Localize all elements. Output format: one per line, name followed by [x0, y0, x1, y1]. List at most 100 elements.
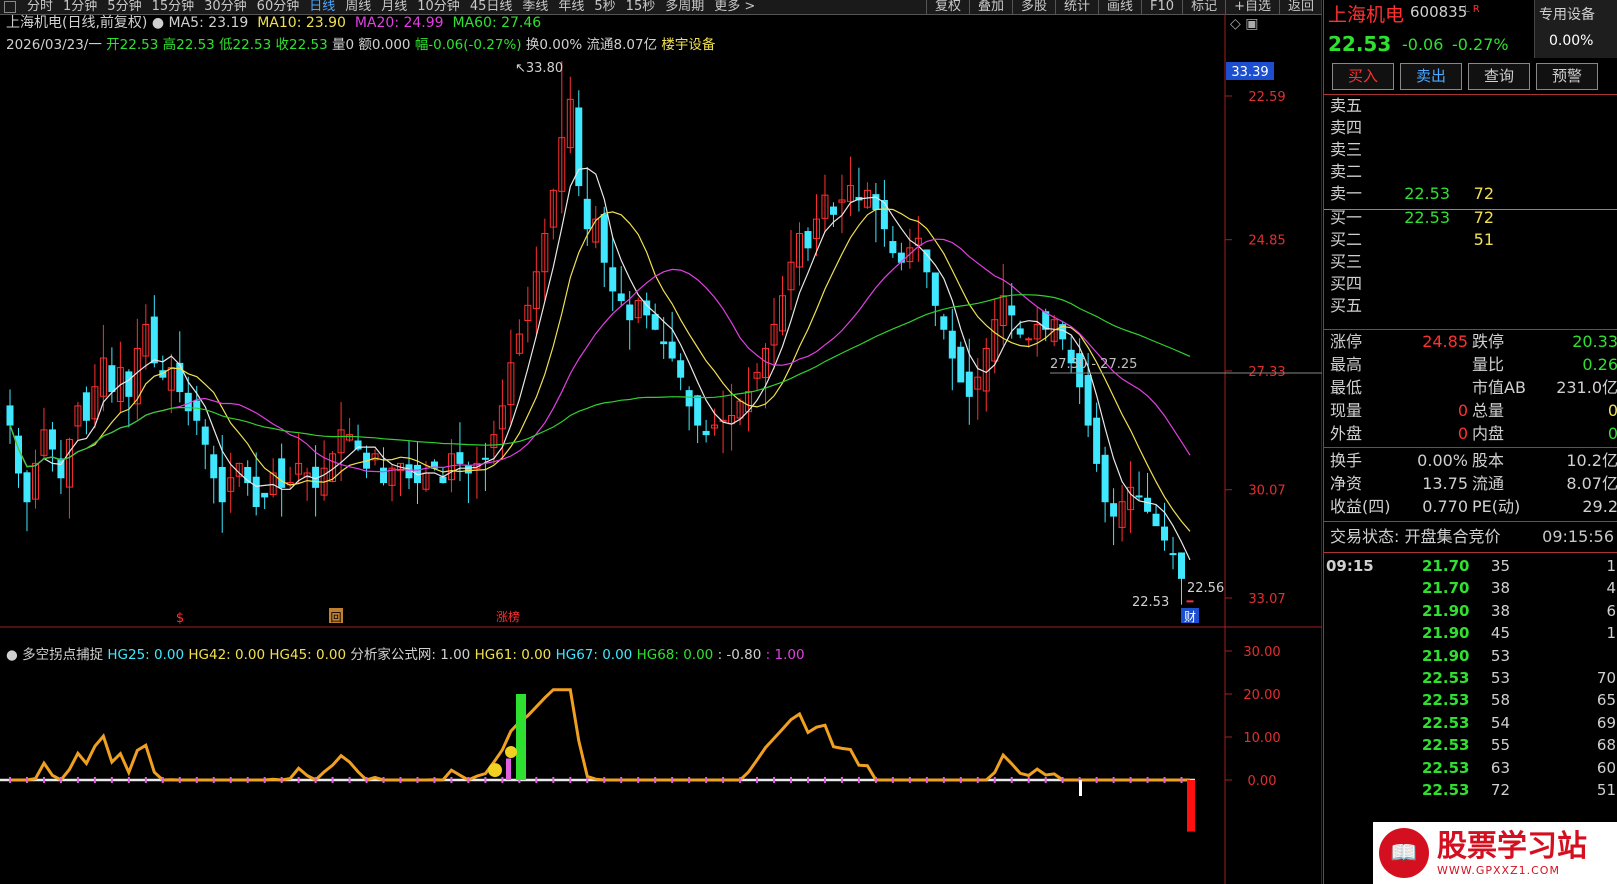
tick-price: 21.90 [1422, 646, 1470, 665]
sell-button[interactable]: 卖出 [1400, 63, 1462, 90]
stat-value: 13.75 [1422, 474, 1468, 493]
book-volume: 72 [1473, 184, 1494, 203]
sub-tick-label: 0.00 [1248, 774, 1277, 789]
candle-body [1084, 375, 1092, 426]
tick-price: 21.70 [1422, 579, 1470, 598]
book-row[interactable]: 卖五 [1324, 95, 1617, 117]
candle-body [685, 390, 693, 407]
bar-change: 幅-0.06(-0.27%) [414, 37, 522, 53]
book-row[interactable]: 买四 [1324, 273, 1617, 295]
stat-label: 跌停 [1472, 332, 1505, 351]
stat-label: 最高 [1330, 355, 1363, 374]
sub-value: : -0.80 [717, 647, 762, 663]
sub-gear-icon[interactable]: ● [6, 647, 18, 663]
tick-price: 22.53 [1422, 669, 1470, 687]
bar-concept[interactable]: 楼宇设备 [661, 37, 715, 53]
candle-body [278, 458, 286, 488]
candle-body [261, 492, 269, 498]
query-button[interactable]: 查询 [1468, 63, 1530, 90]
chart-title: 上海机电(日线,前复权) [6, 15, 148, 31]
marker-hui: 回 [331, 611, 342, 624]
tick-count: 4 [1606, 579, 1616, 598]
candle-body [889, 241, 897, 254]
candle-body [940, 316, 948, 330]
book-row[interactable]: 卖一 22.53 72 [1324, 183, 1617, 205]
stat-label: 内盘 [1472, 424, 1505, 443]
settings-gear-icon[interactable]: ● [152, 15, 164, 31]
tick-row: 22.53 63 60 [1324, 757, 1617, 779]
tick-count: 6 [1606, 601, 1616, 620]
tick-price: 21.90 [1422, 624, 1470, 643]
candle-body [702, 430, 710, 436]
candle-body [829, 206, 837, 215]
candle-body [1178, 552, 1186, 579]
candle-body [464, 465, 472, 474]
window-toggle-icons[interactable]: ◇ ▣ [1230, 16, 1258, 32]
industry-box[interactable]: 专用设备 0.00% [1534, 0, 1617, 58]
pink-bar [506, 758, 511, 780]
stat-value: 0.770 [1422, 497, 1468, 516]
bar-info: 2026/03/23/一 开22.53 高22.53 低22.53 收22.53… [6, 36, 715, 54]
candle-body [600, 214, 608, 263]
stat-value: 29.2 [1582, 497, 1617, 516]
candle-body [150, 316, 158, 364]
stat-row: 最高 量比 0.26 [1324, 354, 1617, 376]
tick-price: 22.53 [1422, 736, 1470, 755]
book-row[interactable]: 买五 [1324, 295, 1617, 317]
candle-body [210, 454, 218, 479]
tick-price: 22.53 [1422, 691, 1470, 710]
stat-value: 0 [1457, 424, 1468, 443]
tick-row: 21.70 38 4 [1324, 577, 1617, 599]
price-tick-label: 24.85 [1248, 234, 1285, 249]
candle-body [897, 252, 905, 263]
ma5-line [9, 167, 1191, 561]
book-row[interactable]: 卖四 [1324, 117, 1617, 139]
stat-value: 0 [1457, 401, 1468, 420]
ma10-label: MA10: 23.90 [257, 15, 346, 31]
sub-tick-label: 10.00 [1243, 731, 1280, 746]
candle-body [660, 341, 668, 345]
ma20-label: MA20: 24.99 [354, 15, 444, 31]
candle-body [1169, 553, 1177, 556]
tick-row: 21.90 53 [1324, 645, 1617, 667]
price-tick-label: 27.33 [1248, 365, 1285, 380]
sub-tick-label: 20.00 [1243, 688, 1280, 703]
book-level: 买五 [1330, 296, 1363, 315]
book-row[interactable]: 买三 [1324, 251, 1617, 273]
stat-value: 20.33 [1572, 332, 1617, 351]
tick-count: 68 [1596, 736, 1616, 755]
tick-row: 21.90 45 1 [1324, 622, 1617, 644]
kline-chart[interactable]: 33.07 30.07 27.33 24.85 22.59 33.39 ↖33.80 27.3… [0, 0, 1322, 884]
book-row[interactable]: 买一 22.53 72 [1324, 207, 1617, 229]
tick-row: 22.53 54 69 [1324, 712, 1617, 734]
bar-volume: 量0 [331, 37, 355, 53]
tick-volume: 38 [1490, 601, 1510, 620]
stat-label: 现量 [1330, 401, 1363, 420]
tick-row: 22.53 55 68 [1324, 734, 1617, 756]
tick-time: 09:15 [1326, 557, 1374, 575]
stat-row: 收益(四) 0.770 PE(动) 29.2 [1324, 496, 1617, 518]
candle-body [218, 466, 226, 503]
candle-body [1186, 600, 1194, 603]
candle-body [201, 426, 209, 445]
book-level: 买一 [1330, 208, 1363, 227]
bar-low: 低22.53 [219, 37, 272, 53]
candle-body [1008, 305, 1016, 316]
book-row[interactable]: 卖二 [1324, 161, 1617, 183]
bar-float: 流通8.07亿 [586, 37, 658, 53]
tick-volume: 55 [1490, 736, 1510, 755]
candle-body [1135, 495, 1143, 498]
book-row[interactable]: 买二 51 [1324, 229, 1617, 251]
price-cursor-label: 33.39 [1231, 65, 1268, 80]
candle-body [1025, 338, 1033, 341]
stat-row: 涨停 24.85 跌停 20.33 [1324, 331, 1617, 353]
alert-button[interactable]: 预警 [1536, 63, 1598, 90]
candle-body [1093, 417, 1101, 464]
candle-body [1161, 526, 1169, 541]
candle-body [609, 267, 617, 292]
book-row[interactable]: 卖三 [1324, 139, 1617, 161]
buy-button[interactable]: 买入 [1332, 63, 1394, 90]
stat-value: 0.26 [1582, 355, 1617, 374]
price-tick-label: 33.07 [1248, 592, 1285, 607]
stat-label: 换手 [1330, 451, 1363, 470]
